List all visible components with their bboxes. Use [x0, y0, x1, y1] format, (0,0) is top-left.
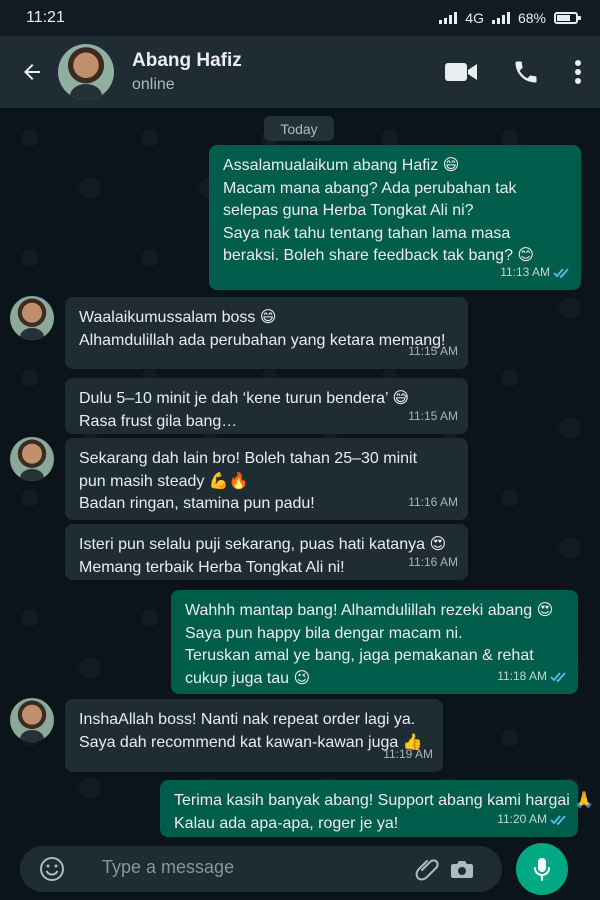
- emoji-icon: [40, 857, 64, 881]
- status-bar: 11:21 4G 68%: [0, 0, 600, 36]
- message-line: Sekarang dah lain bro! Boleh tahan 25–30…: [79, 450, 418, 467]
- message-line: pun masih steady 💪🔥: [79, 472, 249, 490]
- camera-button[interactable]: [448, 856, 476, 887]
- message-line: Wahhh mantap bang! Alhamdulillah rezeki …: [185, 602, 554, 619]
- message-meta: 11:15 AM: [408, 405, 458, 428]
- double-check-icon: [550, 815, 566, 825]
- message-time: 11:15 AM: [408, 344, 458, 359]
- outgoing-message[interactable]: Wahhh mantap bang! Alhamdulillah rezeki …: [171, 590, 578, 694]
- message-list[interactable]: Today Assalamualaikum abang Hafiz 😄 Maca…: [0, 108, 600, 840]
- message-line: Waalaikumussalam boss 😄: [79, 309, 277, 326]
- message-line: Dulu 5–10 minit je dah ‘kene turun bende…: [79, 390, 410, 407]
- incoming-message[interactable]: Isteri pun selalu puji sekarang, puas ha…: [65, 524, 468, 580]
- battery-icon: [554, 12, 581, 24]
- back-button[interactable]: [18, 58, 46, 86]
- message-time: 11:16 AM: [408, 495, 458, 510]
- chat-header: Abang Hafiz online: [0, 36, 600, 108]
- message-line: Badan ringan, stamina pun padu!: [79, 495, 315, 513]
- microphone-icon: [534, 858, 550, 881]
- camera-icon: [451, 861, 473, 878]
- message-line: Macam mana abang? Ada perubahan tak: [223, 179, 517, 197]
- arrow-left-icon: [24, 64, 40, 80]
- attach-button[interactable]: [414, 856, 440, 887]
- network-label: 4G: [465, 10, 484, 26]
- message-line: InshaAllah boss! Nanti nak repeat order …: [79, 711, 416, 728]
- contact-name: Abang Hafiz: [132, 50, 242, 71]
- outgoing-message[interactable]: Terima kasih banyak abang! Support abang…: [160, 780, 594, 837]
- emoji-button[interactable]: [38, 855, 66, 888]
- message-line: Saya pun happy bila dengar macam ni.: [185, 624, 463, 642]
- message-line: Rasa frust gila bang…: [79, 412, 238, 430]
- contact-avatar[interactable]: [58, 44, 114, 100]
- header-actions: [444, 58, 582, 86]
- message-time: 11:16 AM: [408, 555, 458, 570]
- message-line: Isteri pun selalu puji sekarang, puas ha…: [79, 536, 447, 553]
- message-meta: 11:20 AM: [497, 808, 568, 831]
- voice-call-button[interactable]: [512, 58, 540, 86]
- incoming-message[interactable]: Sekarang dah lain bro! Boleh tahan 25–30…: [65, 438, 468, 520]
- incoming-message[interactable]: Dulu 5–10 minit je dah ‘kene turun bende…: [65, 378, 468, 434]
- paperclip-icon: [415, 859, 439, 881]
- message-input-box[interactable]: Type a message: [20, 846, 502, 892]
- message-input[interactable]: Type a message: [102, 857, 234, 878]
- message-meta: 11:16 AM: [408, 491, 458, 514]
- battery-percent: 68%: [517, 10, 546, 26]
- message-time: 11:15 AM: [408, 409, 458, 424]
- message-line: Saya dah recommend kat kawan-kawan juga …: [79, 733, 423, 751]
- contact-mini-avatar: [10, 437, 54, 481]
- message-line: Memang terbaik Herba Tongkat Ali ni!: [79, 558, 345, 576]
- status-time: 11:21: [26, 9, 65, 26]
- incoming-message[interactable]: Waalaikumussalam boss 😄 Alhamdulillah ad…: [65, 297, 468, 369]
- signal-icon: [439, 12, 458, 24]
- contact-mini-avatar: [10, 296, 54, 340]
- status-indicators: 4G 68%: [439, 10, 581, 26]
- date-chip: Today: [264, 116, 334, 141]
- message-meta: 11:18 AM: [497, 665, 568, 688]
- message-time: 11:20 AM: [497, 812, 547, 827]
- message-line: selepas guna Herba Tongkat Ali ni?: [223, 202, 474, 220]
- message-time: 11:13 AM: [500, 265, 550, 280]
- message-meta: 11:15 AM: [408, 340, 458, 363]
- contact-status: online: [132, 76, 175, 93]
- signal-icon: [491, 12, 510, 24]
- message-time: 11:18 AM: [497, 669, 547, 684]
- menu-button[interactable]: [574, 59, 582, 85]
- more-vertical-icon: [575, 60, 581, 84]
- double-check-icon: [550, 672, 566, 682]
- contact-info[interactable]: Abang Hafiz online: [132, 50, 242, 94]
- video-camera-icon: [445, 63, 477, 81]
- phone-icon: [515, 61, 537, 83]
- video-call-button[interactable]: [444, 60, 478, 84]
- message-meta: 11:13 AM: [500, 261, 571, 284]
- message-line: Teruskan amal ye bang, jaga pemakanan & …: [185, 647, 534, 665]
- incoming-message[interactable]: InshaAllah boss! Nanti nak repeat order …: [65, 699, 443, 772]
- message-meta: 11:16 AM: [408, 551, 458, 574]
- message-line: Saya nak tahu tentang tahan lama masa: [223, 224, 511, 242]
- message-line: Assalamualaikum abang Hafiz 😄: [223, 157, 460, 174]
- voice-message-button[interactable]: [516, 843, 568, 895]
- double-check-icon: [553, 268, 569, 278]
- message-time: 11:19 AM: [383, 747, 433, 762]
- message-meta: 11:19 AM: [383, 743, 433, 766]
- contact-mini-avatar: [10, 698, 54, 742]
- message-line: Alhamdulillah ada perubahan yang ketara …: [79, 331, 446, 349]
- composer-bar: Type a message: [0, 840, 600, 900]
- outgoing-message[interactable]: Assalamualaikum abang Hafiz 😄 Macam mana…: [209, 145, 581, 290]
